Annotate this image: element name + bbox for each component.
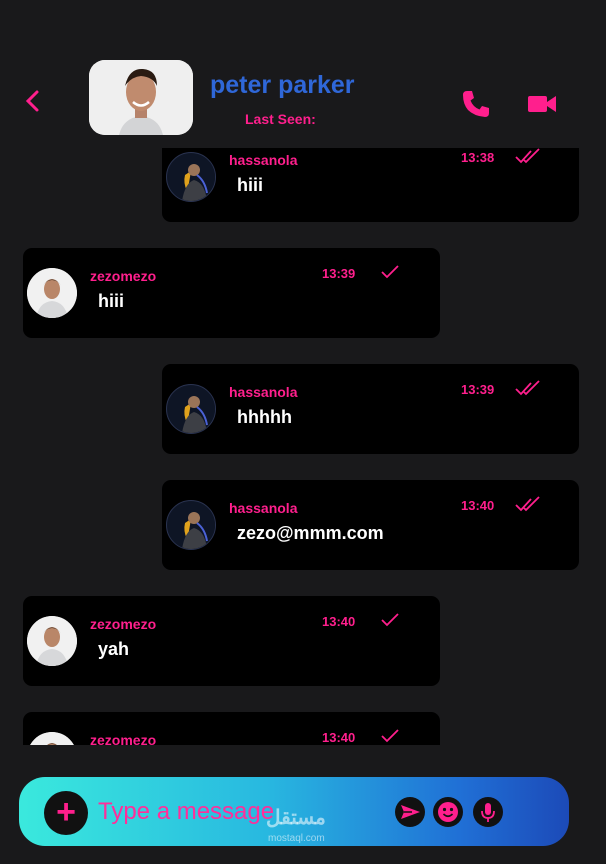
sender-avatar	[27, 616, 77, 666]
watermark-logo: مستقل	[266, 807, 326, 829]
chat-header: peter parker Last Seen:	[0, 0, 606, 148]
voice-record-button[interactable]	[473, 797, 503, 827]
message-time: 13:38	[461, 150, 495, 165]
message-list[interactable]: hassanola 13:38 hiii zezomezo 13:39 hiii	[0, 148, 606, 745]
message-text: hiii	[98, 291, 124, 311]
check-icon	[381, 729, 399, 743]
message-text: yah	[98, 639, 130, 659]
message-input[interactable]	[98, 795, 388, 829]
plus-icon: +	[56, 793, 76, 831]
message-time: 13:40	[461, 498, 495, 513]
check-icon	[381, 265, 399, 279]
sender-name: zezomezo	[90, 732, 157, 745]
last-seen-status: Last Seen:	[245, 111, 316, 127]
sender-avatar	[27, 268, 77, 318]
contact-name: peter parker	[210, 71, 355, 99]
sender-name: hassanola	[229, 152, 298, 168]
message-time: 13:39	[322, 266, 356, 281]
message-item: hassanola 13:39 hhhhh	[162, 364, 579, 454]
check-icon	[381, 613, 399, 627]
message-item: zezomezo 13:40 yah	[23, 596, 440, 686]
message-item: zezomezo 13:40	[23, 712, 440, 745]
watermark-url: mostaql.com	[268, 833, 325, 844]
chevron-left-icon[interactable]	[22, 88, 44, 114]
sender-avatar	[166, 152, 216, 202]
sender-name: zezomezo	[90, 616, 157, 632]
message-text: hhhhh	[237, 407, 292, 427]
message-time: 13:40	[322, 614, 356, 629]
microphone-icon	[481, 803, 495, 822]
message-item: hassanola 13:40 zezo@mmm.com	[162, 480, 579, 570]
contact-avatar[interactable]	[89, 60, 193, 135]
send-button[interactable]	[395, 797, 425, 827]
double-check-icon	[515, 148, 540, 164]
message-text: hiii	[237, 175, 263, 195]
sender-avatar	[166, 384, 216, 434]
sender-name: hassanola	[229, 384, 298, 400]
message-time: 13:40	[322, 730, 356, 745]
video-camera-icon[interactable]	[526, 92, 558, 116]
message-item: zezomezo 13:39 hiii	[23, 248, 440, 338]
sender-avatar	[166, 500, 216, 550]
sender-name: zezomezo	[90, 268, 157, 284]
message-time: 13:39	[461, 382, 495, 397]
double-check-icon	[515, 496, 540, 512]
message-item: hassanola 13:38 hiii	[162, 148, 579, 222]
send-icon	[401, 805, 420, 819]
emoji-button[interactable]	[433, 797, 463, 827]
phone-icon[interactable]	[460, 88, 492, 120]
double-check-icon	[515, 380, 540, 396]
sender-name: hassanola	[229, 500, 298, 516]
emoji-icon	[438, 802, 458, 822]
add-attachment-button[interactable]: +	[44, 791, 88, 835]
sender-avatar	[27, 732, 77, 745]
message-text: zezo@mmm.com	[237, 523, 384, 543]
